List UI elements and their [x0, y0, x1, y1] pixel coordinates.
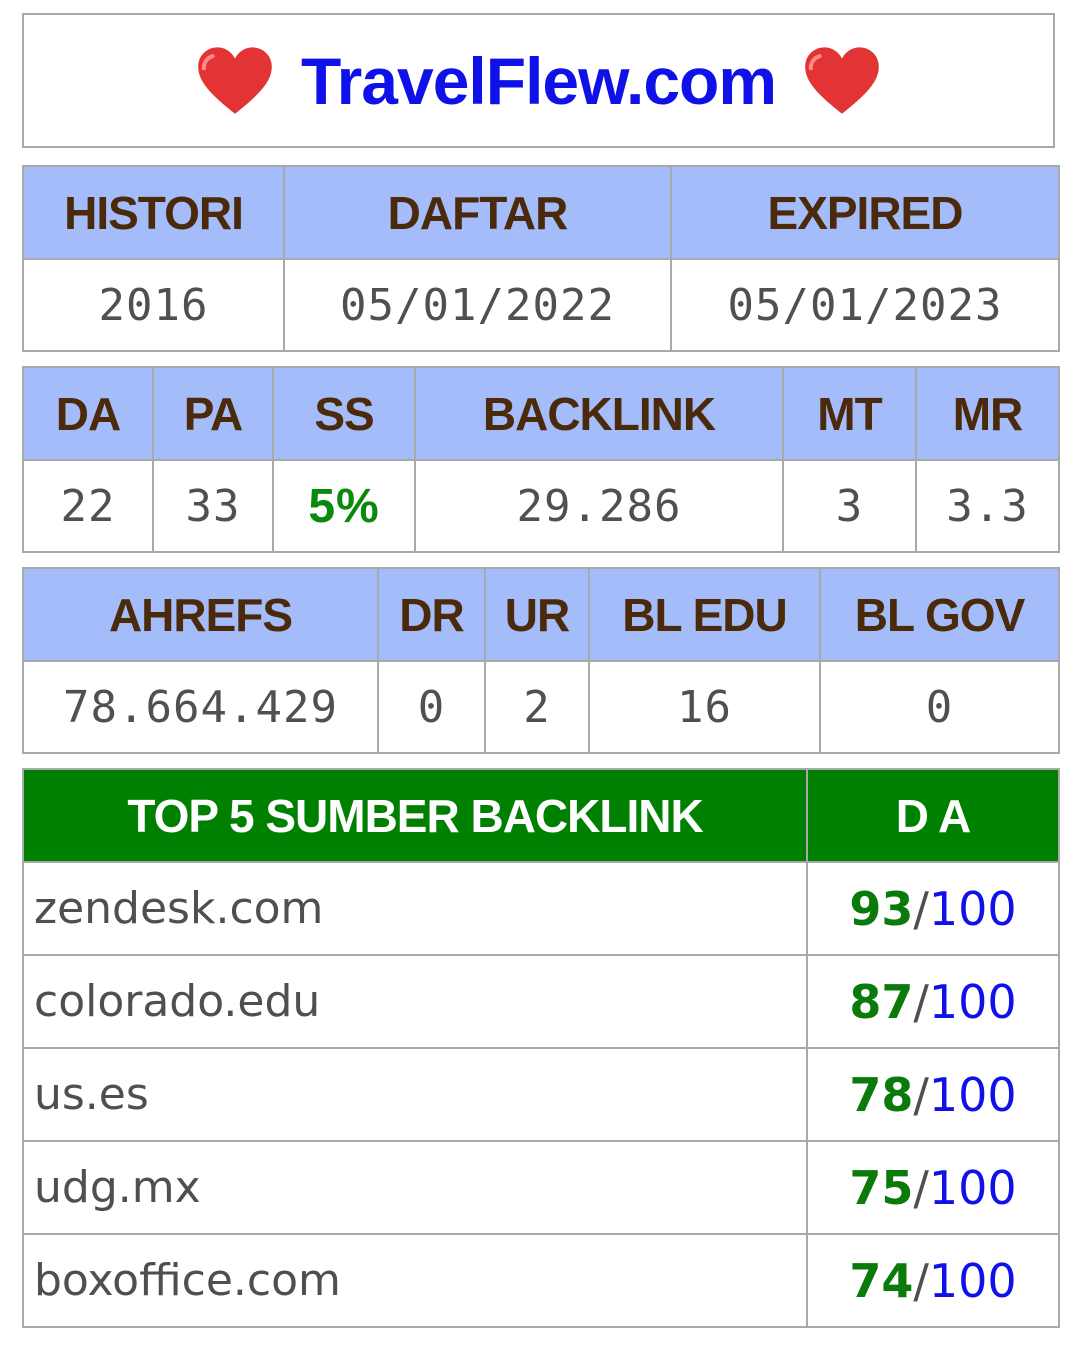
header-ahrefs: AHREFS	[22, 567, 379, 662]
backlink-score: 74/100	[806, 1233, 1060, 1328]
header-histori: HISTORI	[22, 165, 285, 260]
table-header-row: TOP 5 SUMBER BACKLINK D A	[22, 768, 1060, 863]
table-header-row: DA PA SS BACKLINK MT MR	[22, 366, 1060, 461]
header-expired: EXPIRED	[670, 165, 1060, 260]
registration-table: HISTORI DAFTAR EXPIRED 2016 05/01/2022 0…	[22, 165, 1060, 352]
bl-edu-value: 16	[588, 660, 821, 754]
score-value: 75	[849, 1160, 914, 1215]
header-pa: PA	[152, 366, 274, 461]
backlink-domain[interactable]: zendesk.com	[22, 861, 808, 956]
backlink-domain[interactable]: colorado.edu	[22, 954, 808, 1049]
score-separator: /	[913, 974, 929, 1029]
backlink-score: 93/100	[806, 861, 1060, 956]
backlink-domain[interactable]: udg.mx	[22, 1140, 808, 1235]
moz-metrics-table: DA PA SS BACKLINK MT MR 22 33 5% 29.286 …	[22, 366, 1060, 553]
histori-value: 2016	[22, 258, 285, 352]
header-dr: DR	[377, 567, 486, 662]
score-value: 74	[849, 1253, 914, 1308]
mt-value: 3	[782, 459, 917, 553]
pa-value: 33	[152, 459, 274, 553]
bl-gov-value: 0	[819, 660, 1060, 754]
header-bl-gov: BL GOV	[819, 567, 1060, 662]
table-row: zendesk.com 93/100	[22, 861, 1060, 956]
backlink-score: 87/100	[806, 954, 1060, 1049]
header-da-score: D A	[806, 768, 1060, 863]
backlink-domain[interactable]: us.es	[22, 1047, 808, 1142]
score-separator: /	[913, 881, 929, 936]
heart-icon	[198, 46, 272, 114]
table-header-row: HISTORI DAFTAR EXPIRED	[22, 165, 1060, 260]
score-value: 78	[849, 1067, 914, 1122]
header-mr: MR	[915, 366, 1060, 461]
table-row: boxoffice.com 74/100	[22, 1233, 1060, 1328]
header-bl-edu: BL EDU	[588, 567, 821, 662]
ahrefs-value: 78.664.429	[22, 660, 379, 754]
table-row: us.es 78/100	[22, 1047, 1060, 1142]
score-value: 93	[849, 881, 914, 936]
ss-value: 5%	[272, 459, 416, 553]
score-max: 100	[928, 1067, 1017, 1122]
score-separator: /	[913, 1160, 929, 1215]
backlink-score: 78/100	[806, 1047, 1060, 1142]
backlink-score: 75/100	[806, 1140, 1060, 1235]
score-separator: /	[913, 1067, 929, 1122]
site-title[interactable]: TravelFlew.com	[301, 43, 777, 119]
table-row: 22 33 5% 29.286 3 3.3	[22, 459, 1060, 553]
score-max: 100	[928, 1253, 1017, 1308]
score-value: 87	[849, 974, 914, 1029]
ahrefs-metrics-table: AHREFS DR UR BL EDU BL GOV 78.664.429 0 …	[22, 567, 1060, 754]
header-ss: SS	[272, 366, 416, 461]
backlink-domain[interactable]: boxoffice.com	[22, 1233, 808, 1328]
site-title-banner: TravelFlew.com	[22, 13, 1055, 148]
dr-value: 0	[377, 660, 486, 754]
ur-value: 2	[484, 660, 590, 754]
header-da: DA	[22, 366, 154, 461]
table-row: 78.664.429 0 2 16 0	[22, 660, 1060, 754]
da-value: 22	[22, 459, 154, 553]
score-max: 100	[928, 1160, 1017, 1215]
header-daftar: DAFTAR	[283, 165, 672, 260]
backlink-value: 29.286	[414, 459, 784, 553]
header-ur: UR	[484, 567, 590, 662]
expired-value: 05/01/2023	[670, 258, 1060, 352]
table-row: colorado.edu 87/100	[22, 954, 1060, 1049]
table-row: 2016 05/01/2022 05/01/2023	[22, 258, 1060, 352]
header-backlink: BACKLINK	[414, 366, 784, 461]
score-max: 100	[928, 881, 1017, 936]
top-backlinks-table: TOP 5 SUMBER BACKLINK D A zendesk.com 93…	[22, 768, 1060, 1328]
table-row: udg.mx 75/100	[22, 1140, 1060, 1235]
score-max: 100	[928, 974, 1017, 1029]
heart-icon	[805, 46, 879, 114]
header-top-backlink: TOP 5 SUMBER BACKLINK	[22, 768, 808, 863]
score-separator: /	[913, 1253, 929, 1308]
table-header-row: AHREFS DR UR BL EDU BL GOV	[22, 567, 1060, 662]
mr-value: 3.3	[915, 459, 1060, 553]
header-mt: MT	[782, 366, 917, 461]
daftar-value: 05/01/2022	[283, 258, 672, 352]
